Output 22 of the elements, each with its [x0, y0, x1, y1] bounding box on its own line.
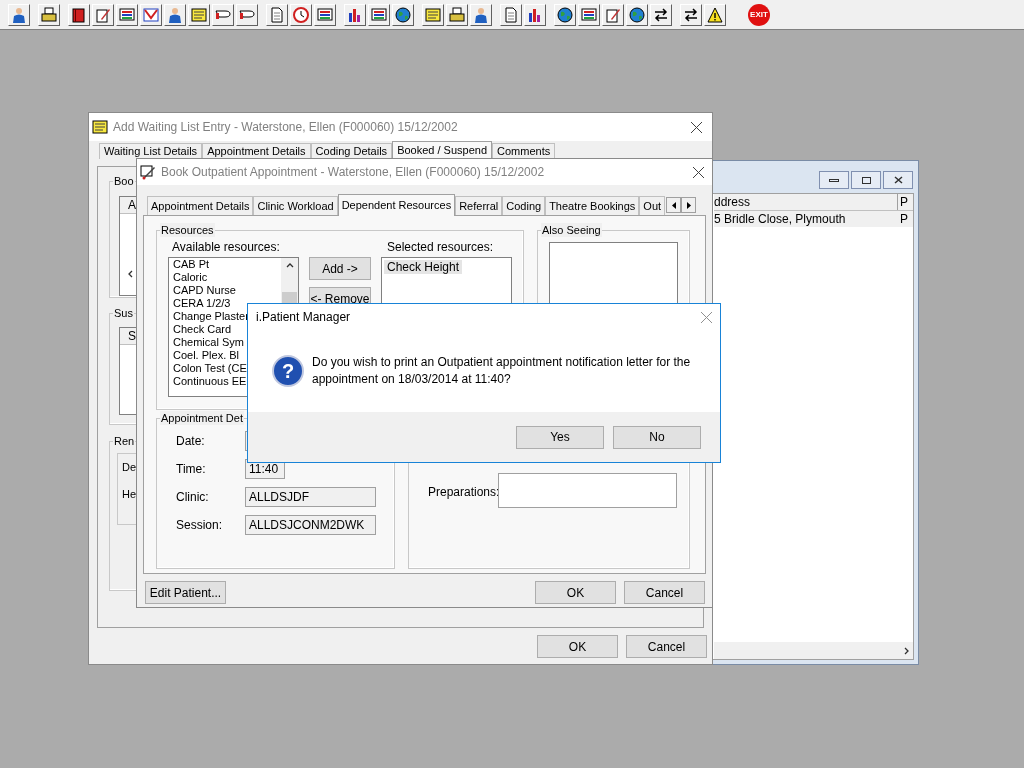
question-icon: ?: [272, 355, 304, 387]
field-label: Clinic:: [176, 489, 210, 506]
table-cell-text: 5 Bridle Close, Plymouth: [714, 211, 847, 227]
field-label: Preparations:: [428, 484, 498, 501]
message-text: Do you wish to print an Outpatient appointment notification letter for the appointment on 18/03/2014 at 11:40?: [312, 354, 692, 388]
field-label: Session:: [176, 517, 224, 534]
group-title: Appointment Det: [160, 411, 244, 425]
window-title: i.Patient Manager: [256, 309, 352, 326]
list-label: Selected resources:: [386, 240, 495, 254]
list-label: Available resources:: [171, 240, 281, 254]
field-label: De: [122, 460, 137, 475]
window-title: Book Outpatient Appointment - Waterstone, Ellen (F000060) 15/12/2002: [161, 164, 546, 181]
group-title: Resources: [160, 223, 215, 237]
group-title: Also Seeing: [541, 223, 602, 237]
group-title: Ren: [113, 434, 136, 448]
table-cell-text: P: [899, 211, 909, 227]
group-title: Boo: [113, 174, 135, 188]
field-label: Time:: [176, 461, 207, 478]
group-title: Sus: [113, 306, 134, 320]
field-label: He: [122, 487, 137, 502]
field-label: Date:: [176, 433, 206, 450]
window-title: Add Waiting List Entry - Waterstone, Ellen (F000060) 15/12/2002: [113, 119, 459, 136]
